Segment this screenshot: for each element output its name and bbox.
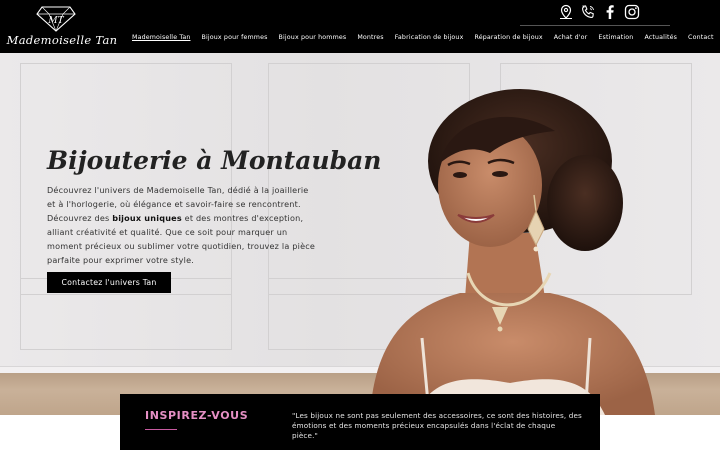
contact-button[interactable]: Contactez l'univers Tan — [47, 272, 171, 293]
instagram-icon[interactable] — [624, 4, 640, 20]
nav-item-achat-or[interactable]: Achat d'or — [554, 34, 588, 41]
header-divider — [520, 25, 670, 26]
quote-title-underline — [145, 429, 177, 430]
nav-item-estimation[interactable]: Estimation — [598, 34, 633, 41]
location-pin-icon[interactable] — [558, 4, 574, 20]
hero-title: Bijouterie à Montauban — [47, 145, 382, 175]
brand-logo[interactable]: MT Mademoiselle Tan — [6, 4, 118, 50]
nav-item-bijoux-femmes[interactable]: Bijoux pour femmes — [201, 34, 267, 41]
nav-item-actualites[interactable]: Actualités — [644, 34, 677, 41]
quote-text: "Les bijoux ne sont pas seulement des ac… — [292, 411, 582, 440]
nav-item-reparation[interactable]: Réparation de bijoux — [474, 34, 542, 41]
header-icons — [558, 4, 640, 22]
hero-description: Découvrez l'univers de Mademoiselle Tan,… — [47, 185, 316, 266]
main-nav: Mademoiselle Tan Bijoux pour femmes Bijo… — [132, 34, 714, 41]
nav-item-mademoiselle-tan[interactable]: Mademoiselle Tan — [132, 34, 190, 41]
brand-name: Mademoiselle Tan — [6, 33, 118, 47]
hero-model-image — [370, 89, 655, 415]
hero-section: Bijouterie à Montauban Découvrez l'unive… — [0, 53, 720, 415]
nav-item-fabrication[interactable]: Fabrication de bijoux — [395, 34, 464, 41]
nav-item-montres[interactable]: Montres — [357, 34, 383, 41]
inspiration-box: INSPIREZ-VOUS "Les bijoux ne sont pas se… — [120, 394, 600, 450]
site-header: MT Mademoiselle Tan Mademoiselle Tan Bij… — [0, 0, 720, 53]
phone-icon[interactable] — [580, 4, 596, 20]
facebook-icon[interactable] — [602, 4, 618, 20]
nav-item-contact[interactable]: Contact — [688, 34, 714, 41]
brand-monogram: MT — [47, 16, 64, 26]
nav-item-bijoux-hommes[interactable]: Bijoux pour hommes — [279, 34, 347, 41]
highlight-bijoux-uniques: bijoux uniques — [112, 213, 182, 224]
quote-title: INSPIREZ-VOUS — [145, 409, 249, 422]
diamond-logo-icon: MT — [36, 6, 76, 32]
